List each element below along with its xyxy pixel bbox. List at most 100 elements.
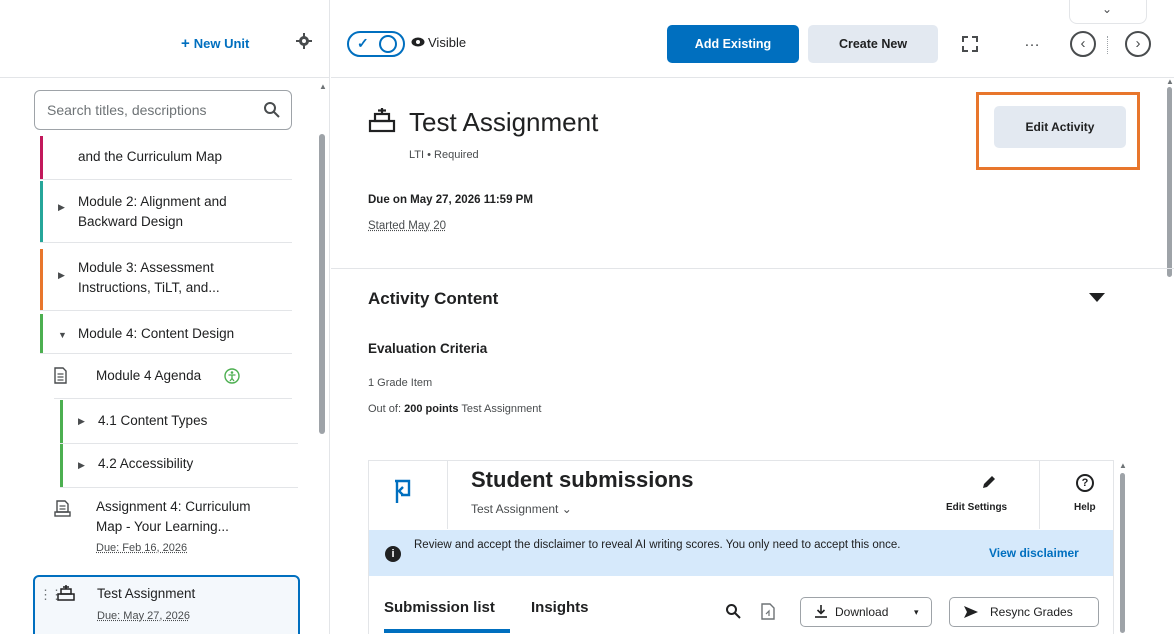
- module-4-item[interactable]: ▼ Module 4: Content Design: [40, 314, 292, 354]
- module-2-item[interactable]: ▶ Module 2: Alignment and Backward Desig…: [40, 181, 292, 243]
- scroll-up-arrow[interactable]: ▲: [319, 82, 327, 91]
- out-of-label: Out of:: [368, 403, 401, 415]
- divider: [331, 268, 1174, 269]
- submodule-color-bar: [60, 400, 63, 443]
- page-title: Test Assignment: [409, 107, 598, 138]
- accessibility-icon: [224, 368, 240, 384]
- module-4-color-bar: [40, 314, 43, 353]
- visible-label: Visible: [428, 35, 466, 50]
- search-icon[interactable]: [263, 101, 281, 119]
- submodule-4-1-label: 4.1 Content Types: [98, 413, 207, 428]
- start-date: Started May 20: [368, 220, 446, 232]
- collapse-caret-icon[interactable]: [1089, 293, 1105, 302]
- activity-meta: LTI • Required: [409, 149, 479, 161]
- download-icon: [815, 605, 827, 618]
- module-2-label-line1: Module 2: Alignment and: [78, 192, 227, 211]
- expand-caret-icon[interactable]: ▶: [58, 266, 65, 285]
- assignment-4-due: Due: Feb 16, 2026: [96, 542, 187, 554]
- download-label: Download: [835, 598, 888, 626]
- module-1-label: and the Curriculum Map: [78, 147, 222, 166]
- document-icon: [54, 367, 67, 384]
- student-submissions-panel: Student submissions Test Assignment ⌄ Ed…: [368, 460, 1114, 634]
- submodule-4-2-item[interactable]: ▶ 4.2 Accessibility: [60, 444, 298, 488]
- visibility-toggle[interactable]: ✓: [347, 31, 405, 57]
- new-unit-button[interactable]: + New Unit: [181, 35, 249, 52]
- assignment-selector[interactable]: Test Assignment ⌄: [471, 502, 572, 516]
- chevron-down-icon: ⌄: [1102, 2, 1112, 16]
- assignment-doc-icon: [54, 500, 71, 517]
- next-icon[interactable]: ›: [1125, 31, 1151, 57]
- resync-grades-button[interactable]: Resync Grades: [949, 597, 1099, 627]
- assignment-4-item[interactable]: Assignment 4: Curriculum Map - Your Lear…: [54, 490, 292, 570]
- lti-assignment-icon: [368, 107, 396, 133]
- panel-title: Student submissions: [471, 467, 693, 493]
- collapse-header-tab[interactable]: ⌄: [1069, 0, 1147, 24]
- edit-settings-button[interactable]: Edit Settings: [946, 502, 1007, 513]
- out-of-line: Out of: 200 points Test Assignment: [368, 403, 541, 415]
- assignment-selector-label: Test Assignment: [471, 502, 558, 516]
- module-1-item[interactable]: and the Curriculum Map: [40, 136, 292, 180]
- out-of-points: 200 points: [404, 403, 458, 415]
- document-export-icon[interactable]: [761, 603, 775, 620]
- main-content: Test Assignment LTI • Required Edit Acti…: [331, 79, 1174, 634]
- content-scrollbar[interactable]: [1167, 87, 1172, 277]
- module-3-label-line1: Module 3: Assessment: [78, 258, 214, 277]
- outline-scrollbar[interactable]: [319, 134, 325, 434]
- agenda-label: Module 4 Agenda: [96, 368, 201, 383]
- disclaimer-message: Review and accept the disclaimer to reve…: [414, 537, 954, 553]
- more-options-icon[interactable]: …: [1024, 33, 1041, 51]
- help-icon[interactable]: ?: [1076, 474, 1094, 492]
- course-outline-panel: +New Unit ▲ and the Curriculum Map: [0, 0, 330, 634]
- view-disclaimer-link[interactable]: View disclaimer: [989, 546, 1079, 560]
- assignment-4-label-line1: Assignment 4: Curriculum: [96, 499, 251, 514]
- help-button[interactable]: Help: [1074, 502, 1096, 513]
- due-date: Due on May 27, 2026 11:59 PM: [368, 194, 533, 206]
- create-new-button[interactable]: Create New: [808, 25, 938, 63]
- tab-submission-list[interactable]: Submission list: [384, 599, 495, 616]
- submodule-4-1-item[interactable]: ▶ 4.1 Content Types: [60, 400, 298, 444]
- info-icon: i: [385, 546, 401, 562]
- test-assignment-item-selected[interactable]: ⋮⋮ Test Assignment Due: May 27, 2026: [33, 575, 300, 634]
- out-of-name: Test Assignment: [461, 403, 541, 415]
- pencil-icon[interactable]: [981, 474, 997, 490]
- tab-insights[interactable]: Insights: [531, 599, 589, 616]
- edit-activity-button[interactable]: Edit Activity: [994, 106, 1126, 148]
- module-3-item[interactable]: ▶ Module 3: Assessment Instructions, TiL…: [40, 249, 292, 311]
- search-icon[interactable]: [725, 603, 741, 619]
- download-button[interactable]: Download ▾: [800, 597, 932, 627]
- disclaimer-banner: i Review and accept the disclaimer to re…: [369, 530, 1113, 576]
- fullscreen-icon[interactable]: [962, 36, 978, 52]
- new-unit-label: New Unit: [194, 36, 250, 51]
- module-2-color-bar: [40, 181, 43, 242]
- expand-caret-icon[interactable]: ▶: [78, 460, 85, 471]
- panel-scrollbar[interactable]: [1120, 473, 1125, 633]
- collapse-caret-icon[interactable]: ▼: [58, 326, 67, 345]
- submodule-4-2-label: 4.2 Accessibility: [98, 456, 193, 471]
- toggle-knob: [379, 35, 397, 53]
- eye-icon: [411, 37, 425, 47]
- scroll-up-arrow[interactable]: ▲: [1119, 461, 1127, 470]
- turnitin-logo-icon: [391, 479, 413, 507]
- expand-caret-icon[interactable]: ▶: [58, 198, 65, 217]
- activity-content-heading: Activity Content: [368, 289, 498, 309]
- expand-caret-icon[interactable]: ▶: [78, 416, 85, 427]
- add-existing-button[interactable]: Add Existing: [667, 25, 799, 63]
- grade-item-count: 1 Grade Item: [368, 377, 432, 389]
- resync-label: Resync Grades: [990, 598, 1073, 626]
- previous-icon[interactable]: ‹: [1070, 31, 1096, 57]
- gear-icon[interactable]: [296, 33, 312, 49]
- scroll-up-arrow[interactable]: ▲: [1166, 77, 1174, 86]
- chevron-down-icon: ▾: [914, 598, 919, 626]
- module-3-label-line2: Instructions, TiLT, and...: [78, 278, 220, 297]
- test-assignment-due: Due: May 27, 2026: [97, 610, 190, 622]
- outline-search-box: [34, 90, 292, 130]
- module-4-label: Module 4: Content Design: [78, 324, 234, 343]
- send-icon: [964, 606, 978, 618]
- assignment-4-label-line2: Map - Your Learning...: [96, 519, 229, 534]
- module-4-agenda-item[interactable]: Module 4 Agenda: [54, 355, 292, 399]
- module-2-label-line2: Backward Design: [78, 212, 183, 231]
- search-input[interactable]: [35, 91, 245, 129]
- app-root: +New Unit ▲ and the Curriculum Map: [0, 0, 1174, 634]
- evaluation-criteria-heading: Evaluation Criteria: [368, 341, 487, 356]
- module-3-color-bar: [40, 249, 43, 310]
